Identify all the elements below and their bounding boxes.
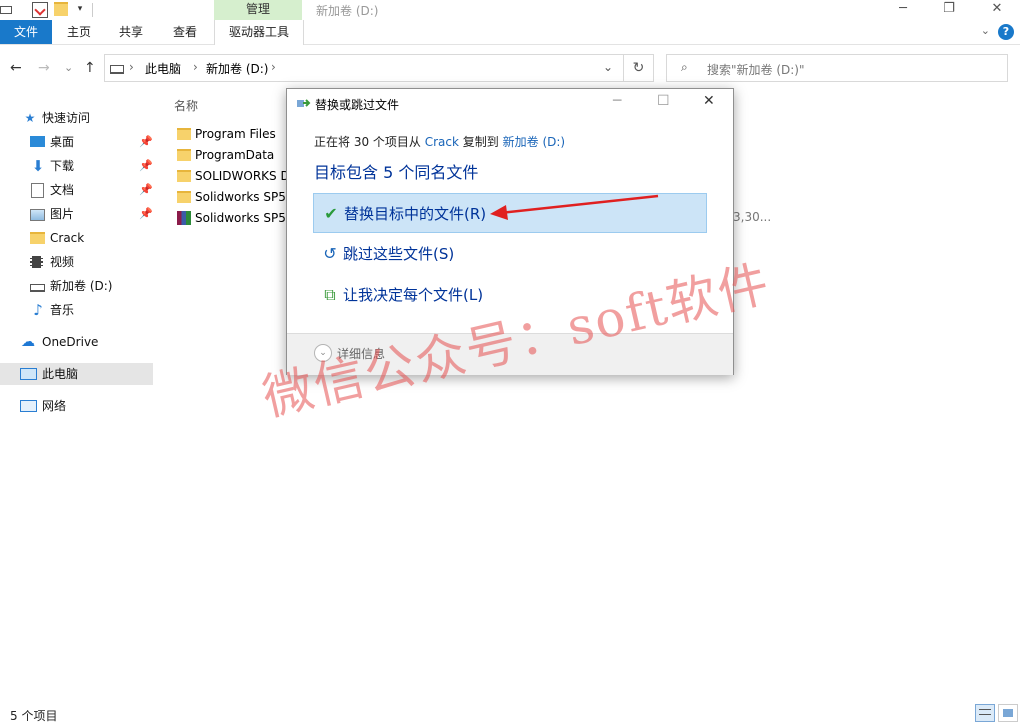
address-dropdown-icon[interactable]: ⌄ [603, 60, 613, 74]
ribbon-tabs: 文件 主页 共享 查看 驱动器工具 ⌄ ? [0, 20, 1020, 45]
details-view-icon[interactable] [975, 704, 995, 722]
copy-icon [297, 98, 311, 110]
search-input[interactable]: ⌕ 搜索"新加卷 (D:)" [666, 54, 1008, 82]
pin-icon[interactable]: 📌 [139, 203, 153, 225]
desktop-icon [30, 136, 45, 147]
context-tab-group-label: 管理 [214, 0, 302, 20]
tab-home[interactable]: 主页 [58, 20, 100, 44]
close-button[interactable]: ✕ [974, 0, 1020, 20]
breadcrumb-drive-d[interactable]: 新加卷 (D:) [206, 60, 268, 77]
sidebar-item-pictures[interactable]: 图片 📌 [0, 203, 153, 225]
sidebar-item-documents[interactable]: 文档 📌 [0, 179, 153, 201]
sidebar-item-drive-d[interactable]: 新加卷 (D:) [0, 275, 153, 297]
search-placeholder: 搜索"新加卷 (D:)" [707, 63, 805, 77]
breadcrumb-this-pc[interactable]: 此电脑 [145, 60, 181, 77]
folder-icon [177, 128, 191, 140]
folder-icon [177, 170, 191, 182]
forward-button[interactable]: → [38, 60, 50, 76]
compare-icon: ⧉ [324, 285, 336, 304]
dialog-close-button[interactable]: ✕ [703, 93, 715, 109]
sidebar-item-crack[interactable]: Crack [0, 227, 153, 249]
cloud-icon: ☁ [21, 334, 35, 350]
tab-view[interactable]: 查看 [164, 20, 206, 44]
column-header-name[interactable]: 名称 [174, 97, 198, 114]
drive-icon [110, 65, 124, 74]
star-icon: ★ [24, 111, 36, 125]
picture-icon [30, 209, 45, 221]
drive-icon[interactable] [0, 6, 12, 14]
sidebar-item-desktop[interactable]: 桌面 📌 [0, 131, 153, 153]
folder-icon [177, 149, 191, 161]
sidebar-onedrive[interactable]: ☁ OneDrive [0, 331, 153, 353]
music-icon: ♪ [33, 301, 43, 319]
network-icon [20, 400, 37, 412]
address-bar[interactable]: › 此电脑 › 新加卷 (D:) › ⌄ [104, 54, 624, 82]
dialog-title: 替换或跳过文件 [315, 98, 400, 112]
computer-icon [20, 368, 37, 380]
pin-icon[interactable]: 📌 [139, 155, 153, 177]
pin-icon[interactable]: 📌 [139, 179, 153, 201]
destination-link[interactable]: 新加卷 (D:) [503, 135, 565, 149]
help-icon[interactable]: ? [998, 24, 1014, 40]
download-icon: ⬇ [31, 157, 45, 175]
window-title: 新加卷 (D:) [316, 4, 379, 18]
document-icon [31, 183, 44, 198]
customize-qat-icon[interactable]: ▾ [73, 2, 87, 16]
breadcrumb-separator[interactable]: › [193, 60, 198, 74]
file-size-fragment: 3,30... [733, 210, 772, 224]
checkmark-icon: ✔ [324, 204, 338, 223]
skip-icon: ↺ [323, 244, 337, 263]
dialog-heading: 目标包含 5 个同名文件 [314, 163, 479, 182]
back-button[interactable]: ← [10, 60, 22, 76]
breadcrumb-separator[interactable]: › [271, 60, 276, 74]
minimize-button[interactable]: ─ [880, 0, 926, 20]
copy-status-line: 正在将 30 个项目从 Crack 复制到 新加卷 (D:) [314, 135, 566, 149]
sidebar-network[interactable]: 网络 [0, 395, 153, 417]
new-folder-icon[interactable] [54, 2, 68, 16]
drive-icon [30, 284, 45, 292]
skip-files-option[interactable]: ↺ 跳过这些文件(S) [313, 234, 707, 274]
folder-icon [177, 191, 191, 203]
dialog-maximize-button[interactable]: ☐ [657, 93, 670, 109]
up-button[interactable]: ↑ [84, 60, 96, 76]
tab-share[interactable]: 共享 [110, 20, 152, 44]
sidebar-item-videos[interactable]: 视频 [0, 251, 153, 273]
sidebar-quick-access[interactable]: ★ 快速访问 [0, 107, 153, 129]
folder-icon [30, 232, 45, 244]
status-item-count: 5 个项目 [10, 709, 58, 723]
video-icon [30, 256, 43, 268]
large-icons-view-icon[interactable] [998, 704, 1018, 722]
ribbon-collapse-icon[interactable]: ⌄ [981, 24, 990, 37]
pin-icon[interactable]: 📌 [139, 131, 153, 153]
tab-drive-tools[interactable]: 驱动器工具 [214, 20, 304, 45]
annotation-arrow [490, 194, 659, 220]
dialog-minimize-button[interactable]: ─ [613, 93, 621, 109]
sidebar-item-music[interactable]: ♪ 音乐 [0, 299, 153, 321]
source-link[interactable]: Crack [425, 135, 459, 149]
breadcrumb-separator[interactable]: › [129, 60, 134, 74]
recent-locations-button[interactable]: ⌄ [64, 61, 73, 74]
properties-icon[interactable] [32, 2, 48, 18]
title-bar: ▾ 管理 新加卷 (D:) ─ ❐ ✕ [0, 0, 1020, 20]
search-icon: ⌕ [681, 60, 688, 74]
refresh-button[interactable]: ↻ [624, 54, 654, 82]
maximize-button[interactable]: ❐ [926, 0, 972, 20]
sidebar-item-downloads[interactable]: ⬇ 下载 📌 [0, 155, 153, 177]
qat-divider [92, 3, 93, 17]
rar-archive-icon [177, 211, 191, 225]
sidebar-this-pc[interactable]: 此电脑 [0, 363, 153, 385]
tab-file[interactable]: 文件 [0, 20, 52, 44]
